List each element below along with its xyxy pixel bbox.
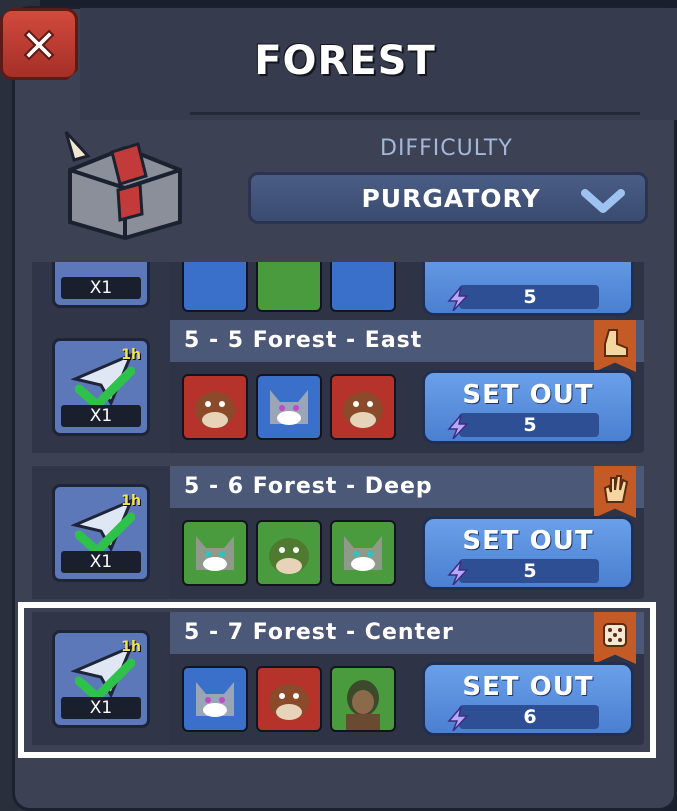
stage-row: 1h X1 5 - 6 Forest - Deep SET OUT 5 <box>32 466 644 599</box>
enemy-portrait[interactable] <box>256 520 322 586</box>
set-out-button[interactable]: 5 <box>422 262 634 316</box>
stage-type-ribbon <box>594 320 636 372</box>
stage-title: 5 - 6 Forest - Deep <box>184 474 433 499</box>
set-out-button[interactable]: SET OUT 5 <box>422 370 634 444</box>
chevron-down-icon <box>581 189 625 213</box>
reward-qty: X1 <box>61 405 141 427</box>
difficulty-dropdown[interactable]: PURGATORY <box>248 172 648 224</box>
monster-icon <box>343 392 383 428</box>
enemy-portrait[interactable] <box>182 262 248 312</box>
reward-qty: X1 <box>61 277 141 299</box>
stage-header: 5 - 5 Forest - East <box>170 320 644 372</box>
stage-type-ribbon <box>594 466 636 518</box>
difficulty-label: DIFFICULTY <box>380 136 513 161</box>
stage-row: 1h X1 5 - 5 Forest - East SET OUT 5 <box>32 320 644 453</box>
enemy-portrait[interactable] <box>330 520 396 586</box>
wolf-icon <box>344 536 382 571</box>
reward-qty: X1 <box>61 551 141 573</box>
enemy-portrait[interactable] <box>330 262 396 312</box>
lightning-icon <box>447 287 469 311</box>
hand-icon <box>603 475 629 503</box>
reward-box[interactable]: 1h X1 <box>52 338 150 436</box>
chest-icon <box>64 130 182 240</box>
enemy-portrait[interactable] <box>182 374 248 440</box>
close-button[interactable] <box>0 8 78 80</box>
time-badge: 1h <box>121 493 141 509</box>
energy-cost: 5 <box>523 286 537 308</box>
reward-area: 1h X1 <box>32 466 170 599</box>
close-icon <box>23 29 55 61</box>
header-divider <box>190 112 640 115</box>
energy-cost: 5 <box>523 560 537 582</box>
reward-area: 1h X1 <box>32 320 170 453</box>
stage-title: 5 - 5 Forest - East <box>184 328 423 353</box>
monster-icon <box>269 538 309 574</box>
stage-row-partial: X1 5 <box>32 262 644 325</box>
set-out-label: SET OUT <box>462 380 594 410</box>
page-title: FOREST <box>254 38 436 84</box>
stage-header: 5 - 6 Forest - Deep <box>170 466 644 518</box>
enemy-portrait[interactable] <box>330 374 396 440</box>
enemy-portrait[interactable] <box>182 520 248 586</box>
reward-box[interactable]: 1h X1 <box>52 484 150 582</box>
enemy-portrait[interactable] <box>256 262 322 312</box>
highlight-frame <box>18 602 656 758</box>
lightning-icon <box>447 415 469 439</box>
enemy-portrait[interactable] <box>256 374 322 440</box>
energy-cost: 5 <box>523 414 537 436</box>
reward-box: X1 <box>52 262 150 308</box>
lightning-icon <box>447 561 469 585</box>
wolf-icon <box>270 390 308 425</box>
monster-icon <box>195 392 235 428</box>
time-badge: 1h <box>121 347 141 363</box>
set-out-label: SET OUT <box>462 526 594 556</box>
reward-area: X1 <box>32 262 170 325</box>
boot-icon <box>604 329 628 357</box>
set-out-button[interactable]: SET OUT 5 <box>422 516 634 590</box>
wolf-icon <box>196 536 234 571</box>
